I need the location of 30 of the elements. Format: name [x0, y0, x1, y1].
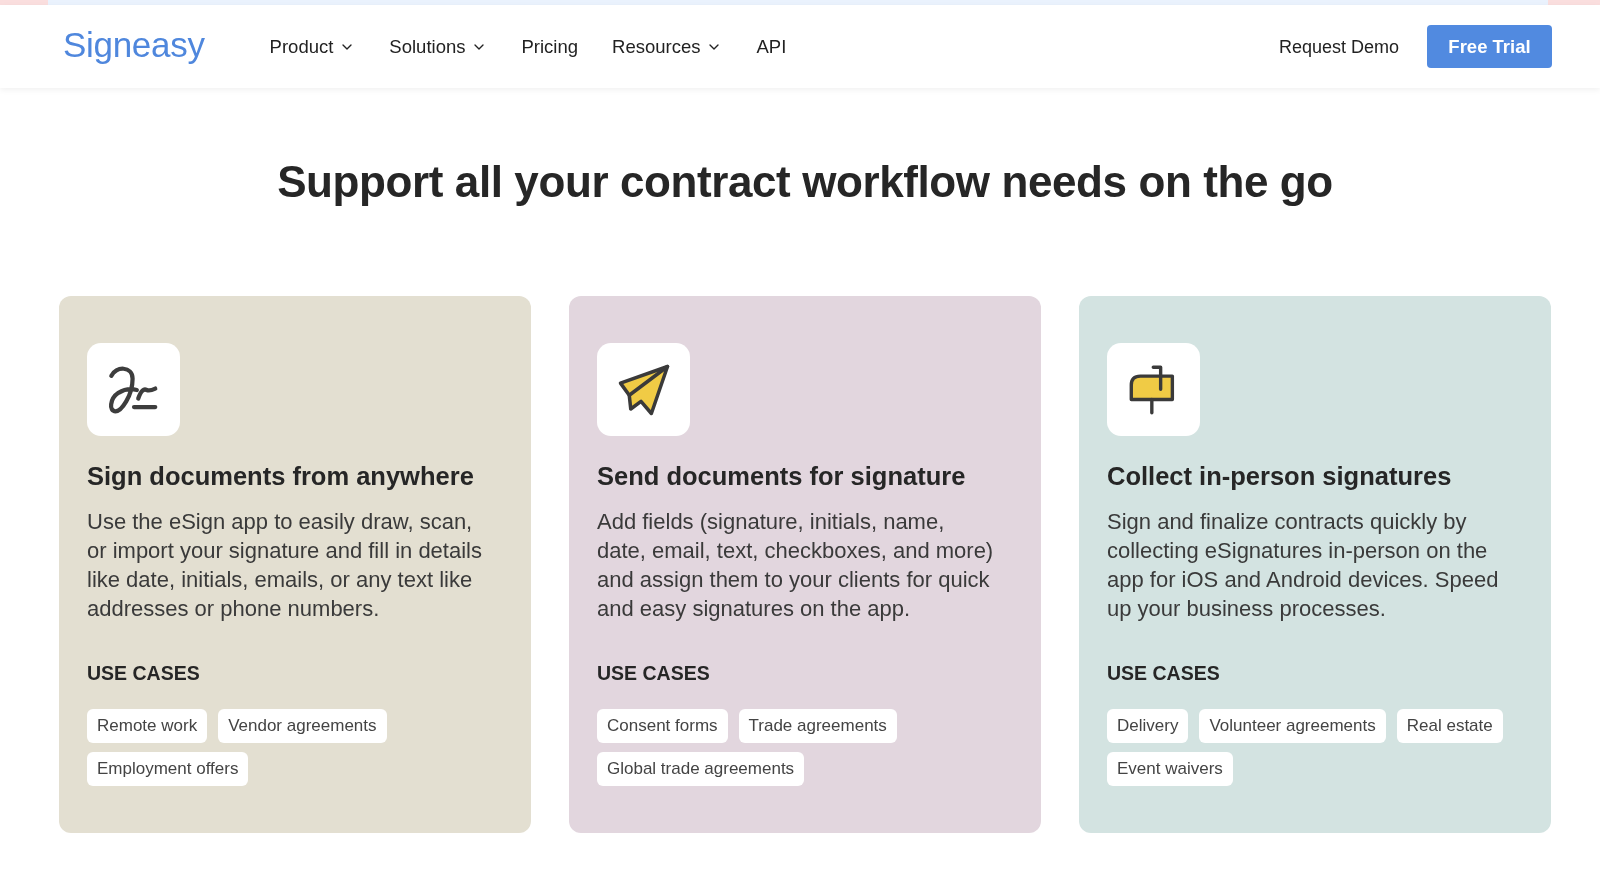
nav-link[interactable]: Product — [269, 34, 356, 59]
nav-link[interactable]: Pricing — [521, 34, 579, 59]
use-case-tag: Vendor agreements — [218, 709, 387, 743]
nav-link[interactable]: Resources — [612, 34, 723, 59]
request-demo-link[interactable]: Request Demo — [1278, 34, 1399, 59]
use-case-tag: Delivery — [1107, 709, 1189, 743]
paper-plane-icon — [597, 343, 690, 436]
use-case-tag: Trade agreements — [738, 709, 897, 743]
card-title: Sign documents from anywhere — [87, 461, 474, 492]
mailbox-icon — [1107, 343, 1200, 436]
card-title: Collect in-person signatures — [1107, 461, 1452, 492]
signature-icon — [87, 343, 180, 436]
use-case-tag: Remote work — [87, 709, 208, 743]
use-case-tag: Event waivers — [1107, 752, 1233, 786]
card-description: Use the eSign app to easily draw, scan, or import your signature and fill in details like date, initials, emails, or any text like addresses or phone numbers. — [87, 508, 483, 623]
logo[interactable]: Signeasy — [63, 24, 205, 65]
use-case-tag: Global trade agreements — [597, 752, 805, 786]
use-case-tag: Real estate — [1396, 709, 1503, 743]
use-case-tag: Employment offers — [87, 752, 249, 786]
card-title: Send documents for signature — [597, 461, 966, 492]
use-cases-label: USE CASES — [597, 661, 710, 685]
use-case-tag: Volunteer agreements — [1199, 709, 1386, 743]
use-cases-label: USE CASES — [87, 661, 200, 685]
card-description: Sign and finalize contracts quickly by collecting eSignatures in-person on the app for iOS and Android devices. Speed up your business processes. — [1107, 508, 1500, 623]
use-cases-label: USE CASES — [1107, 661, 1220, 685]
use-case-tag: Consent forms — [597, 709, 728, 743]
nav-link[interactable]: Solutions — [389, 34, 488, 59]
card-description: Add fields (signature, initials, name, date, email, text, checkboxes, and more) and assign them to your clients for quick and easy signatures on the app. — [597, 508, 995, 623]
nav-link[interactable]: API — [756, 34, 787, 59]
page-heading: Support all your contract workflow needs on the go — [277, 156, 1333, 208]
